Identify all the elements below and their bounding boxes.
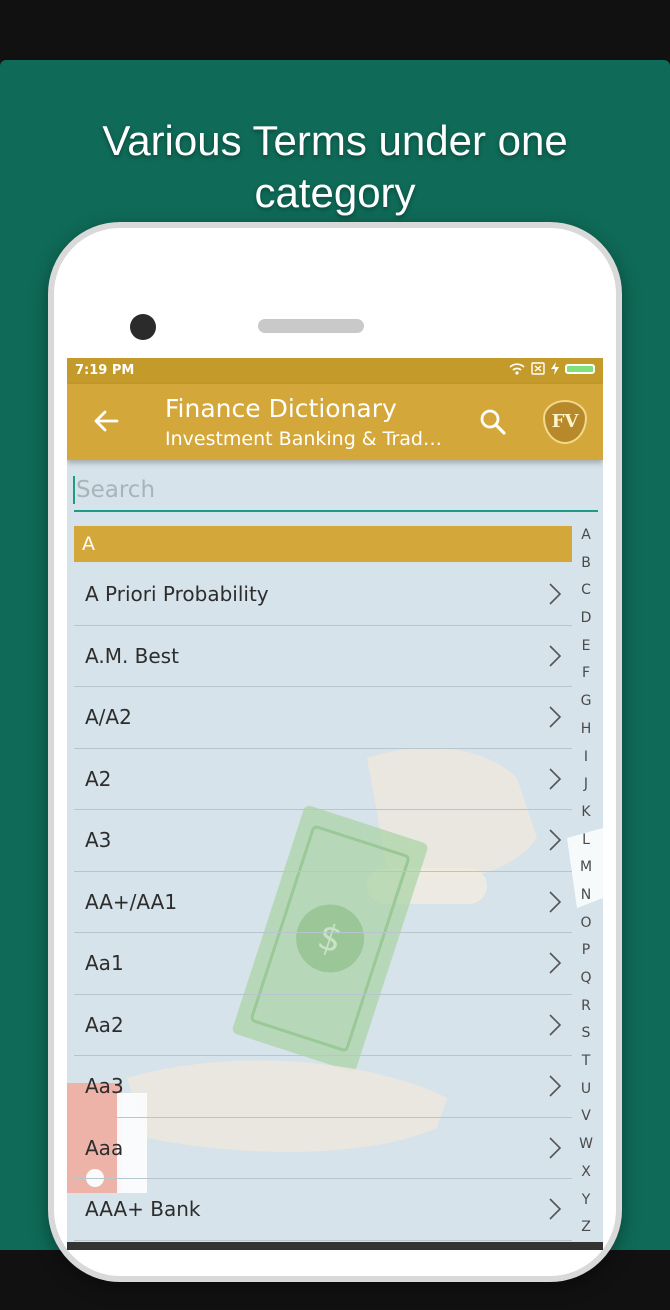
list-item[interactable]: Aaa bbox=[74, 1118, 572, 1179]
list-item[interactable]: Aa1 bbox=[74, 933, 572, 995]
index-letter[interactable]: V bbox=[575, 1103, 597, 1131]
phone-speaker bbox=[258, 319, 364, 333]
index-letter[interactable]: M bbox=[575, 854, 597, 882]
search-button[interactable] bbox=[475, 404, 511, 440]
list-item[interactable]: AA+/AA1 bbox=[74, 872, 572, 933]
index-letter[interactable]: Y bbox=[575, 1187, 597, 1215]
index-letter[interactable]: T bbox=[575, 1048, 597, 1076]
list-item[interactable]: A2 bbox=[74, 749, 572, 810]
term-label: AAA+ Bank bbox=[85, 1197, 201, 1221]
index-letter[interactable]: J bbox=[575, 771, 597, 799]
index-letter[interactable]: H bbox=[575, 716, 597, 744]
index-letter[interactable]: W bbox=[575, 1131, 597, 1159]
section-header: A bbox=[74, 526, 572, 562]
nav-bar-edge bbox=[67, 1242, 603, 1250]
chevron-right-icon bbox=[549, 1136, 562, 1159]
promo-headline: Various Terms under one category bbox=[102, 117, 568, 216]
term-label: A/A2 bbox=[85, 705, 132, 729]
index-letter[interactable]: E bbox=[575, 633, 597, 661]
list-item[interactable]: A.M. Best bbox=[74, 626, 572, 687]
app-screen: $ 7:19 PM Finance Dictionary Investment … bbox=[67, 358, 603, 1250]
term-label: A Priori Probability bbox=[85, 582, 269, 606]
search-icon bbox=[480, 409, 506, 435]
index-letter[interactable]: U bbox=[575, 1076, 597, 1104]
index-letter[interactable]: P bbox=[575, 937, 597, 965]
index-letter[interactable]: C bbox=[575, 577, 597, 605]
app-title: Finance Dictionary bbox=[165, 394, 397, 423]
chevron-right-icon bbox=[549, 706, 562, 728]
list-item[interactable]: Aa3 bbox=[74, 1056, 572, 1118]
status-time: 7:19 PM bbox=[75, 363, 135, 378]
list-item[interactable]: A Priori Probability bbox=[74, 564, 572, 626]
chevron-right-icon bbox=[549, 1013, 562, 1036]
app-bar: Finance Dictionary Investment Banking & … bbox=[67, 384, 603, 460]
search-input[interactable] bbox=[74, 472, 598, 508]
index-letter[interactable]: B bbox=[575, 550, 597, 578]
index-letter[interactable]: L bbox=[575, 827, 597, 855]
term-label: AA+/AA1 bbox=[85, 889, 178, 914]
list-item[interactable]: Aa2 bbox=[74, 995, 572, 1056]
index-letter[interactable]: I bbox=[575, 744, 597, 772]
term-label: Aa1 bbox=[85, 951, 124, 975]
wifi-icon bbox=[509, 362, 525, 375]
alphabet-index[interactable]: A B C D E F G H I J K L M N O P Q R S T … bbox=[575, 522, 597, 1242]
index-letter[interactable]: A bbox=[575, 522, 597, 550]
index-letter[interactable]: R bbox=[575, 993, 597, 1021]
index-letter[interactable]: Z bbox=[575, 1214, 597, 1242]
index-letter[interactable]: O bbox=[575, 910, 597, 938]
text-cursor bbox=[73, 476, 75, 504]
status-icons bbox=[509, 362, 595, 375]
chevron-right-icon bbox=[549, 1198, 562, 1220]
chevron-right-icon bbox=[549, 583, 562, 605]
term-label: Aa3 bbox=[85, 1074, 124, 1098]
term-label: Aaa bbox=[85, 1135, 124, 1160]
terms-list: A Priori Probability A.M. Best A/A2 A2 A… bbox=[74, 564, 572, 1241]
list-item[interactable]: AAA+ Bank bbox=[74, 1179, 572, 1241]
chevron-right-icon bbox=[549, 767, 562, 790]
app-subtitle: Investment Banking & Trad… bbox=[165, 428, 442, 450]
index-letter[interactable]: G bbox=[575, 688, 597, 716]
index-letter[interactable]: N bbox=[575, 882, 597, 910]
index-letter[interactable]: F bbox=[575, 660, 597, 688]
index-letter[interactable]: S bbox=[575, 1020, 597, 1048]
no-sim-icon bbox=[531, 362, 545, 375]
back-button[interactable] bbox=[89, 404, 123, 438]
term-label: A.M. Best bbox=[85, 643, 179, 668]
term-label: Aa2 bbox=[85, 1012, 124, 1037]
chevron-right-icon bbox=[549, 1075, 562, 1097]
chevron-right-icon bbox=[549, 644, 562, 667]
chevron-right-icon bbox=[549, 952, 562, 974]
index-letter[interactable]: X bbox=[575, 1159, 597, 1187]
term-label: A3 bbox=[85, 828, 112, 852]
phone-camera bbox=[130, 314, 156, 340]
list-item[interactable]: A/A2 bbox=[74, 687, 572, 749]
charging-icon bbox=[551, 362, 559, 375]
term-label: A2 bbox=[85, 766, 112, 791]
status-bar: 7:19 PM bbox=[67, 358, 603, 384]
search-field[interactable] bbox=[74, 472, 598, 512]
battery-icon bbox=[565, 363, 595, 374]
chevron-right-icon bbox=[549, 829, 562, 851]
arrow-left-icon bbox=[94, 410, 119, 432]
index-letter[interactable]: K bbox=[575, 799, 597, 827]
chevron-right-icon bbox=[549, 890, 562, 913]
app-logo[interactable]: FV bbox=[543, 400, 587, 444]
index-letter[interactable]: Q bbox=[575, 965, 597, 993]
index-letter[interactable]: D bbox=[575, 605, 597, 633]
list-item[interactable]: A3 bbox=[74, 810, 572, 872]
